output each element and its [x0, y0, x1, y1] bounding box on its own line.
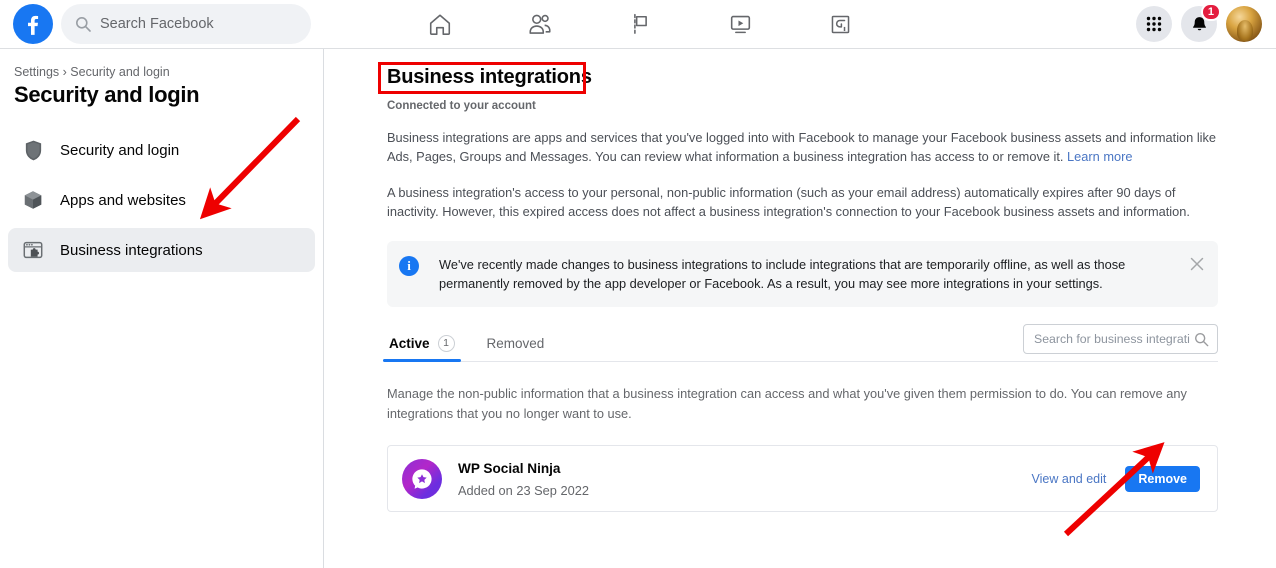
cube-icon: [18, 185, 48, 215]
manage-description: Manage the non-public information that a…: [387, 384, 1211, 423]
view-and-edit-link[interactable]: View and edit: [1032, 472, 1107, 486]
notification-count-badge: 1: [1201, 3, 1221, 21]
sidebar-item-business-integrations[interactable]: Business integrations: [8, 228, 315, 272]
friends-icon: [526, 11, 554, 37]
info-banner: i We've recently made changes to busines…: [387, 241, 1218, 307]
sidebar-item-label: Business integrations: [60, 242, 203, 259]
tab-active[interactable]: Active 1: [387, 325, 457, 361]
facebook-settings-page: Search Facebook: [0, 0, 1276, 568]
nav-friends[interactable]: [490, 0, 590, 48]
learn-more-link[interactable]: Learn more: [1067, 149, 1132, 164]
main-content: Business integrations Connected to your …: [325, 49, 1276, 568]
info-icon: i: [399, 256, 419, 276]
main-nav-icons: [390, 0, 890, 48]
gaming-icon: [828, 12, 853, 37]
nav-watch[interactable]: [690, 0, 790, 48]
home-icon: [427, 11, 453, 37]
tab-count-badge: 1: [438, 335, 455, 352]
grid-menu-button[interactable]: [1136, 6, 1172, 42]
wp-social-ninja-icon: [402, 459, 442, 499]
puzzle-window-icon: [18, 235, 48, 265]
integration-name: WP Social Ninja: [458, 461, 560, 476]
page-subtitle: Connected to your account: [387, 100, 1220, 112]
tab-bar: Active 1 Removed Search for business int…: [387, 325, 1218, 362]
sidebar-nav-list: Security and login Apps and websites: [0, 128, 323, 272]
search-input[interactable]: Search Facebook: [61, 4, 311, 44]
grid-menu-icon: [1145, 15, 1163, 33]
shield-icon: [18, 135, 48, 165]
info-banner-text: We've recently made changes to business …: [439, 255, 1169, 293]
sidebar-item-label: Security and login: [60, 142, 179, 159]
page-title: Business integrations: [387, 63, 592, 91]
integration-added-date: Added on 23 Sep 2022: [458, 483, 1032, 498]
integration-search-input[interactable]: Search for business integrations: [1023, 324, 1218, 354]
tab-label: Removed: [487, 336, 545, 351]
sidebar-item-security-and-login[interactable]: Security and login: [8, 128, 315, 172]
search-placeholder-text: Search Facebook: [100, 16, 214, 32]
remove-button[interactable]: Remove: [1125, 466, 1200, 492]
sidebar-item-label: Apps and websites: [60, 192, 186, 209]
integration-row: WP Social Ninja Added on 23 Sep 2022 Vie…: [387, 445, 1218, 512]
settings-sidebar: Settings › Security and login Security a…: [0, 49, 324, 568]
search-icon: [1194, 332, 1209, 347]
description-paragraph-1: Business integrations are apps and servi…: [387, 128, 1220, 167]
breadcrumb: Settings › Security and login: [14, 65, 323, 79]
integration-meta: WP Social Ninja Added on 23 Sep 2022: [458, 460, 1032, 498]
nav-home[interactable]: [390, 0, 490, 48]
notifications-button[interactable]: 1: [1181, 6, 1217, 42]
top-navigation-bar: Search Facebook: [0, 0, 1276, 49]
nav-gaming[interactable]: [790, 0, 890, 48]
top-right-actions: 1: [1136, 0, 1262, 48]
video-icon: [727, 11, 754, 37]
sidebar-item-apps-and-websites[interactable]: Apps and websites: [8, 178, 315, 222]
flag-icon: [627, 11, 653, 37]
integration-search-placeholder: Search for business integrations: [1034, 332, 1190, 346]
facebook-logo-icon[interactable]: [13, 4, 53, 44]
tab-label: Active: [389, 336, 430, 351]
tab-removed[interactable]: Removed: [485, 325, 547, 361]
sidebar-title: Security and login: [14, 82, 323, 108]
description-paragraph-2: A business integration's access to your …: [387, 183, 1220, 222]
search-icon: [75, 16, 91, 32]
profile-avatar[interactable]: [1226, 6, 1262, 42]
close-icon[interactable]: [1188, 255, 1206, 273]
nav-marketplace[interactable]: [590, 0, 690, 48]
